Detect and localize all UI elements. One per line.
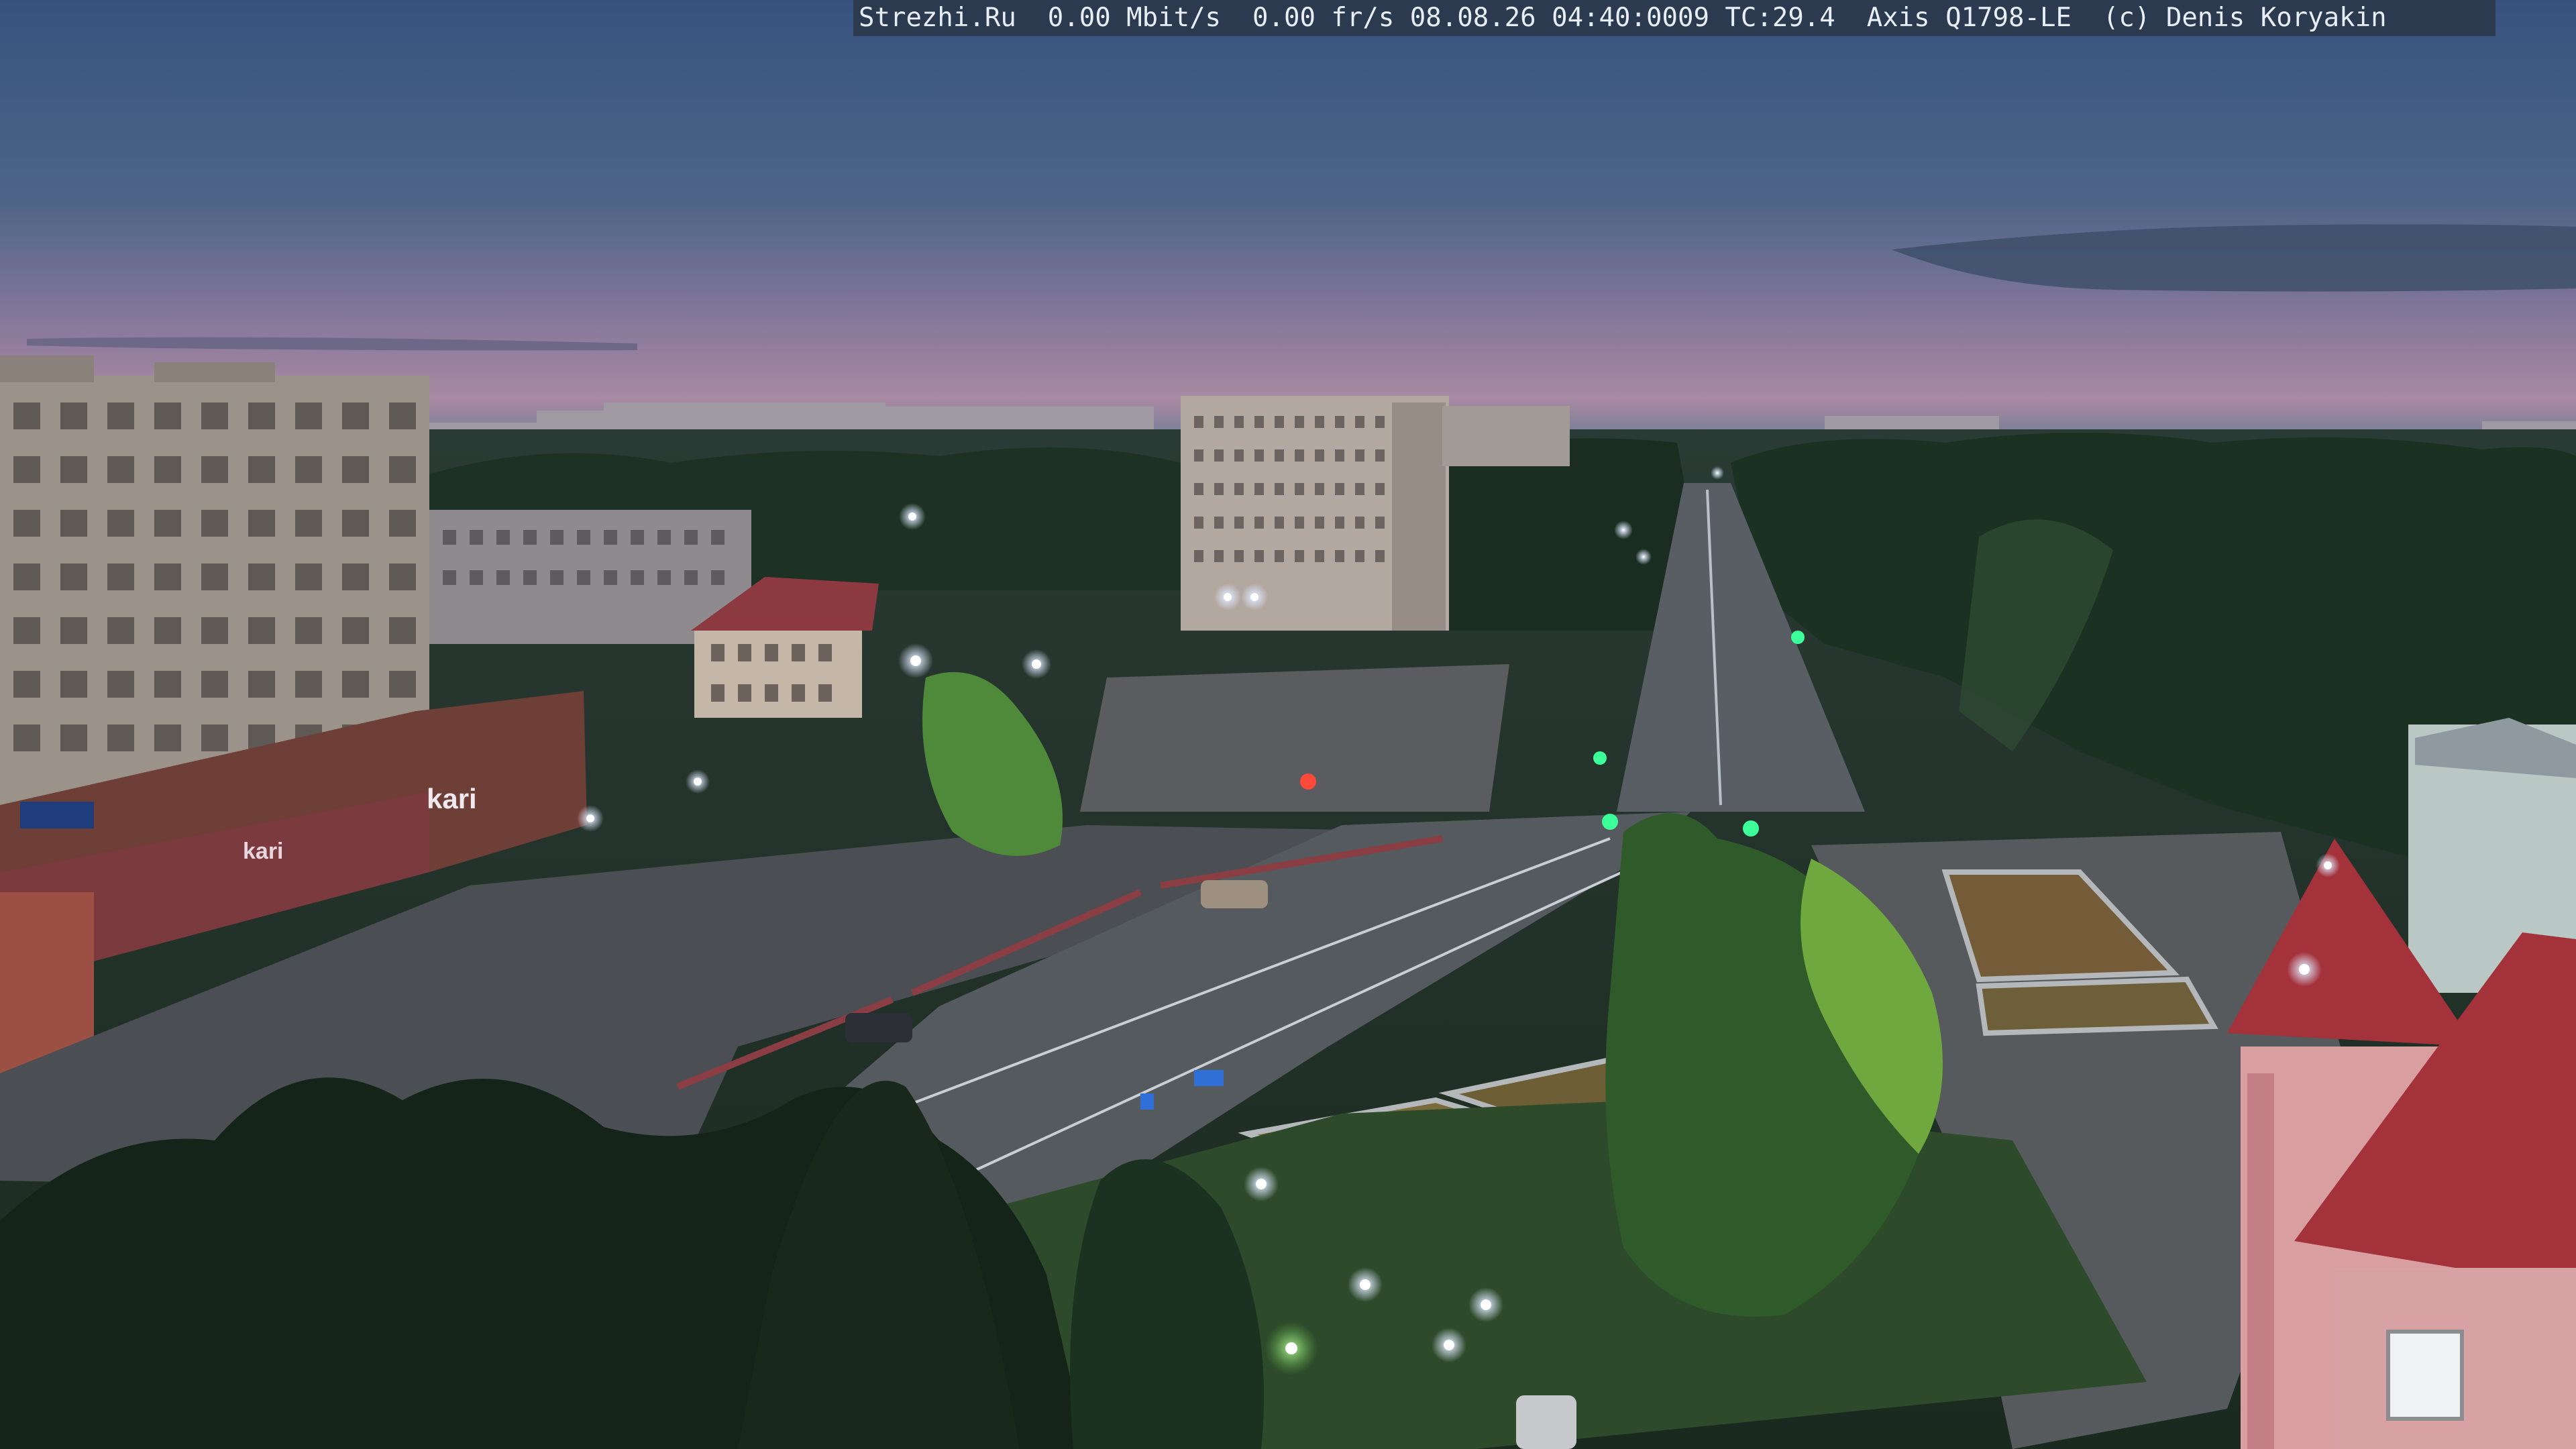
- kari-sign-secondary: kari: [243, 839, 284, 864]
- building-window: [2386, 1330, 2464, 1421]
- webcam-scene: kari kari Strezhi.Ru 0.00 Mbit/s 0.00 fr…: [0, 0, 2576, 1449]
- camera-osd-overlay: Strezhi.Ru 0.00 Mbit/s 0.00 fr/s 08.08.2…: [853, 0, 2496, 36]
- store-sign: [20, 802, 94, 828]
- parking-lot: [1080, 664, 1509, 812]
- kari-sign: kari: [427, 783, 477, 814]
- city-night-view: kari kari: [0, 0, 2576, 1449]
- road-sign: [1140, 1093, 1154, 1110]
- road-sign: [1194, 1070, 1224, 1086]
